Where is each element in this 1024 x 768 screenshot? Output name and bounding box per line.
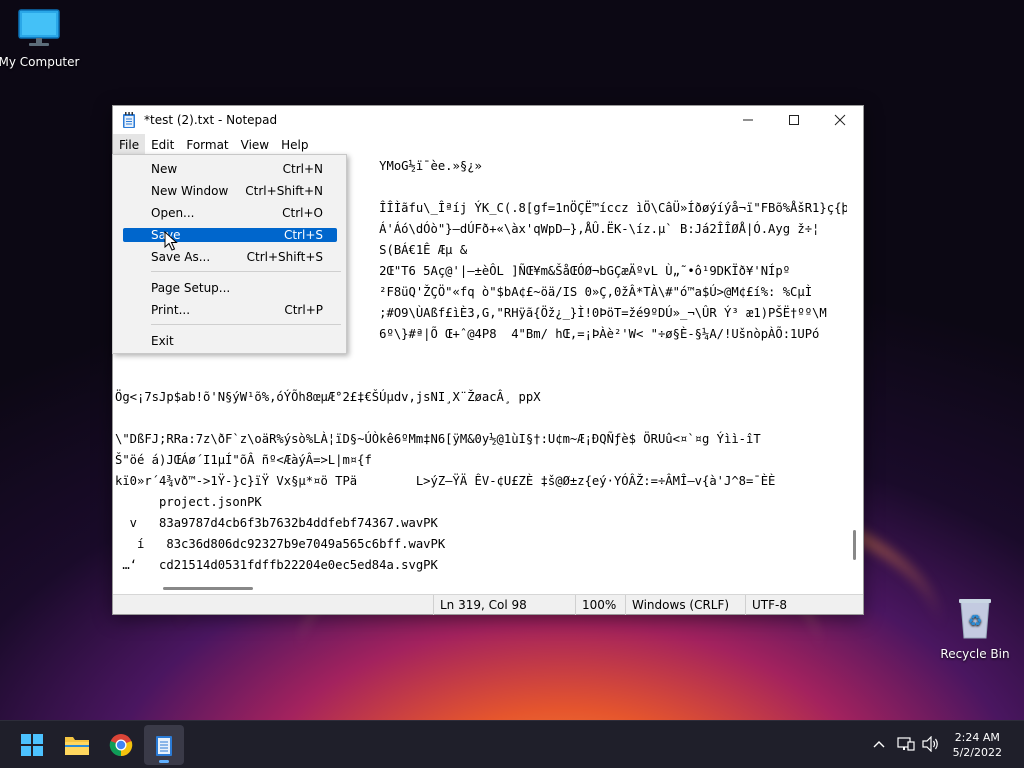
menu-format[interactable]: Format [180, 134, 234, 156]
start-icon [21, 734, 43, 756]
editor-line: kï0»r´4¾vð™->1Ÿ-}c}ïŸ Vx§µ*¤ö TPä L>ýZ–Ÿ… [115, 474, 776, 488]
file-menu-exit[interactable]: Exit [123, 334, 337, 348]
close-icon [834, 114, 846, 126]
editor-line: project.jsonPK [115, 495, 262, 509]
desktop-icon-my-computer[interactable]: My Computer [0, 8, 84, 69]
window-title: *test (2).txt - Notepad [144, 113, 278, 127]
file-menu-save-as[interactable]: Save As... Ctrl+Shift+S [123, 250, 337, 264]
status-position: Ln 319, Col 98 [433, 595, 583, 615]
notepad-icon [156, 736, 172, 756]
show-hidden-icons-chevron-icon[interactable] [870, 735, 888, 753]
editor-line: \"DßFJ;RRa:7z\ðF`z\oäR%ýsò%LÀ¦ïD§~ÚÒkê6º… [115, 432, 761, 446]
chrome-icon [109, 734, 133, 757]
file-menu-new[interactable]: New Ctrl+N [123, 162, 337, 176]
editor-line: …‘ cd21514d0531fdffb22204e0ec5ed84a.svgP… [115, 558, 438, 572]
maximize-button[interactable] [771, 106, 817, 134]
editor-line: í 83c36d806dc92327b9e7049a565c6bff.wavPK [115, 537, 446, 551]
network-icon[interactable] [897, 735, 915, 753]
vertical-scrollbar[interactable] [847, 156, 863, 580]
start-button[interactable] [12, 725, 52, 765]
file-menu-open[interactable]: Open... Ctrl+O [123, 206, 337, 220]
menu-separator [151, 271, 341, 272]
editor-line: Ög<¡7sJp$ab!õ'N§ýW¹õ%,óÝÕh8œµÆ°2£‡€ŠÚµdv… [115, 390, 541, 404]
minimize-button[interactable] [725, 106, 771, 134]
clock-time: 2:24 AM [954, 731, 1000, 744]
recycle-bin-icon: ♻ [959, 599, 991, 639]
menu-bar: File Edit Format View Help [113, 134, 863, 156]
file-menu-print[interactable]: Print... Ctrl+P [123, 303, 337, 317]
taskbar-file-explorer[interactable] [57, 725, 97, 765]
mouse-cursor-icon [164, 231, 178, 251]
file-explorer-icon [65, 737, 89, 755]
editor-line: v 83a9787d4cb6f3b7632b4ddfebf74367.wavPK [115, 516, 438, 530]
desktop-icon-label: My Computer [0, 55, 80, 69]
horizontal-scroll-thumb[interactable] [163, 587, 253, 590]
file-menu-dropdown: New Ctrl+N New Window Ctrl+Shift+N Open.… [112, 154, 347, 354]
status-zoom: 100% [575, 595, 625, 615]
maximize-icon [789, 115, 799, 125]
monitor-icon [18, 9, 60, 46]
desktop-icon-recycle-bin[interactable]: ♻ Recycle Bin [930, 596, 1020, 661]
file-menu-new-window[interactable]: New Window Ctrl+Shift+N [123, 184, 337, 198]
minimize-icon [743, 119, 753, 121]
title-bar[interactable]: *test (2).txt - Notepad [113, 106, 863, 134]
status-encoding: UTF-8 [745, 595, 863, 615]
menu-help[interactable]: Help [275, 134, 314, 156]
menu-separator [151, 324, 341, 325]
taskbar: 2:24 AM 5/2/2022 [0, 720, 1024, 768]
vertical-scroll-thumb[interactable] [853, 530, 856, 560]
status-line-ending: Windows (CRLF) [625, 595, 745, 615]
volume-icon[interactable] [922, 735, 940, 753]
menu-view[interactable]: View [235, 134, 275, 156]
editor-line: Š"öé á)JŒÁø´I1µÍ"õÂ ñº<ÆàýÂ=>L|m¤{f [115, 453, 372, 467]
notepad-app-icon [122, 112, 136, 128]
svg-text:♻: ♻ [968, 611, 982, 630]
system-clock[interactable]: 2:24 AM 5/2/2022 [953, 730, 1002, 760]
menu-edit[interactable]: Edit [145, 134, 180, 156]
file-menu-save[interactable]: Save Ctrl+S [123, 228, 337, 242]
menu-file[interactable]: File [113, 134, 146, 156]
desktop-icon-label: Recycle Bin [940, 647, 1010, 661]
taskbar-chrome[interactable] [101, 725, 141, 765]
clock-date: 5/2/2022 [952, 746, 1002, 759]
taskbar-notepad[interactable] [144, 725, 184, 765]
file-menu-page-setup[interactable]: Page Setup... [123, 281, 337, 295]
close-button[interactable] [817, 106, 863, 134]
status-bar: Ln 319, Col 98 100% Windows (CRLF) UTF-8 [113, 594, 863, 615]
